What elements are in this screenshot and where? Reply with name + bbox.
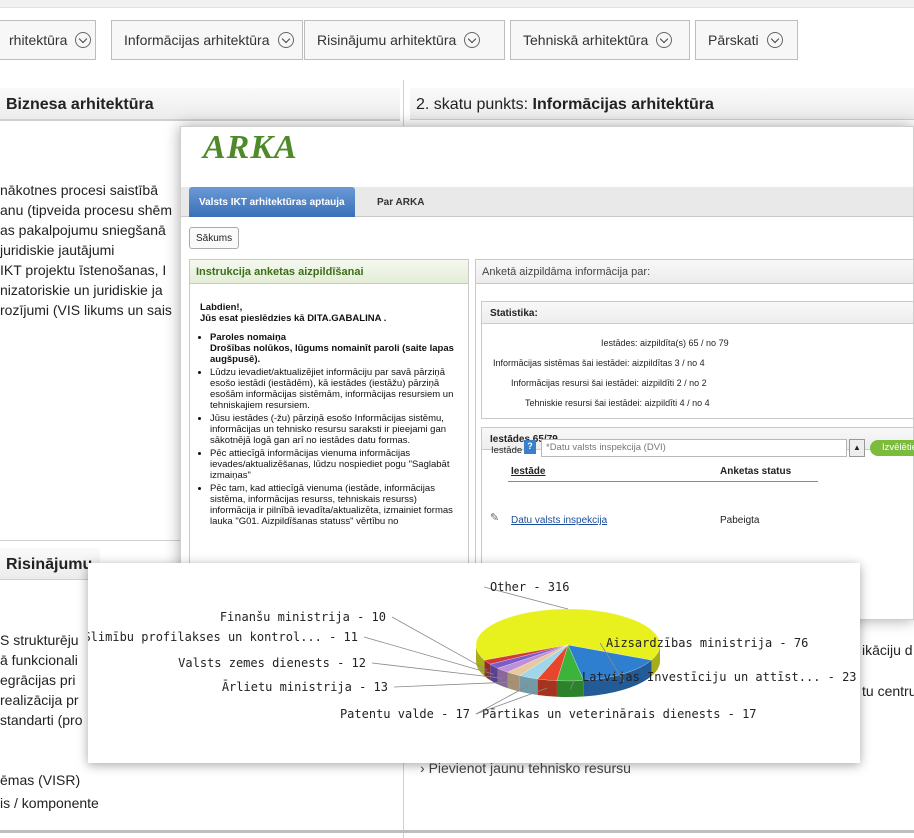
divider	[0, 540, 180, 541]
nav-tab-reports[interactable]: Pārskati	[695, 20, 798, 60]
chevron-down-icon	[766, 32, 783, 48]
nav-tab-label: rhitektūra	[9, 32, 68, 48]
nav-tab-label: Risinājumu arhitektūra	[317, 32, 457, 48]
tab-ikt-survey[interactable]: Valsts IKT arhitektūras aptauja	[189, 187, 355, 217]
list-item: standarti (pro	[0, 712, 83, 728]
pie-chart-popup: Other - 316 Aizsardzības ministrija - 76 L…	[88, 563, 860, 763]
table-header-divider	[508, 481, 818, 482]
solution-architecture-list: S strukturēju ā funkcionali egrācijas pr…	[0, 630, 100, 730]
nav-tab-information-architecture[interactable]: Informācijas arhitektūra	[111, 20, 303, 60]
pie-slice-label: Latvijas Investīciju un attīst... - 23	[582, 670, 857, 684]
nav-tab-business-architecture[interactable]: rhitektūra	[0, 20, 96, 60]
pie-slice-label: Pārtikas un veterinārais dienests - 17	[482, 707, 757, 721]
logged-in-as: Jūs esat pieslēdzies kā DITA.GABALINA .	[200, 313, 387, 324]
bottom-border	[0, 830, 914, 833]
list-item: rozījumi (VIS likums un sais	[0, 302, 172, 318]
business-architecture-header: Biznesa arhitektūra	[0, 88, 400, 120]
panel-title: Biznesa arhitektūra	[6, 96, 154, 113]
chevron-down-icon	[277, 32, 294, 48]
stat-information-systems: Informācijas sistēmas šai iestādei: aizp…	[493, 358, 705, 368]
nav-tab-solution-architecture[interactable]: Risinājumu arhitektūra	[304, 20, 505, 60]
tab-about-arka[interactable]: Par ARKA	[367, 187, 434, 217]
divider	[0, 120, 400, 121]
column-header-status: Anketas status	[720, 466, 792, 477]
pie-slice-label: Ārlietu ministrija - 13	[222, 680, 388, 694]
select-button[interactable]: Izvēlēties	[870, 440, 914, 456]
list-item: Pēc tam, kad attiecīgā vienuma (iestāde,…	[210, 483, 458, 527]
chevron-down-icon	[656, 32, 673, 48]
greeting: Labdien!,	[200, 302, 243, 313]
pie-leader-line	[393, 681, 514, 688]
solution-architecture-header: Risinājumu	[0, 548, 100, 580]
institution-label: Iestāde	[491, 445, 523, 456]
pie-slice-side	[537, 678, 557, 697]
info-header: Anketā aizpildāma informācija par:	[476, 260, 913, 284]
list-item: as pakalpojumu sniegšanā	[0, 222, 166, 238]
institution-select[interactable]: *Datu valsts inspekcija (DVI)	[541, 439, 847, 457]
list-item: juridiskie jautājumi	[0, 242, 115, 258]
pie-leader-line	[391, 616, 488, 671]
list-item: nākotnes procesi saistībā	[0, 182, 158, 198]
list-item: realizācija pr	[0, 692, 79, 708]
edit-icon[interactable]: ✎	[490, 511, 499, 524]
nav-tab-label: Tehniskā arhitektūra	[523, 32, 649, 48]
arka-logo: ARKA	[203, 129, 298, 166]
column-header-institution[interactable]: Iestāde	[511, 466, 545, 477]
top-strip	[0, 0, 914, 8]
panel-title: Risinājumu	[6, 556, 93, 573]
pie-slice-label: Finanšu ministrija - 10	[220, 610, 386, 624]
list-item: is / komponente	[0, 795, 99, 811]
nav-tab-technical-architecture[interactable]: Tehniskā arhitektūra	[510, 20, 690, 60]
pie-slice-label: Slimību profilakses un kontrol... - 11	[88, 630, 358, 644]
text-snippet: tu centru	[862, 683, 914, 699]
list-item: anu (tipveida procesu shēm	[0, 202, 172, 218]
pie-slice-label: Other - 316	[490, 580, 569, 594]
panel-title: Informācijas arhitektūra	[532, 96, 714, 113]
chevron-down-icon	[75, 32, 92, 48]
arka-window: ARKA Valsts IKT arhitektūras aptauja Par…	[180, 126, 914, 620]
table-row-status: Pabeigta	[720, 515, 760, 526]
stat-technical-resources: Tehniskie resursi šai iestādei: aizpildī…	[525, 398, 710, 408]
instructions-header: Instrukcija anketas aizpildīšanai	[190, 260, 468, 284]
list-item: ā funkcionali	[0, 652, 78, 668]
arka-tabbar: Valsts IKT arhitektūras aptauja Par ARKA	[181, 187, 913, 217]
stat-information-resources: Informācijas resursi šai iestādei: aizpi…	[511, 378, 707, 388]
business-architecture-list: nākotnes procesi saistībā anu (tipveida …	[0, 180, 180, 320]
statistics-header: Statistika:	[482, 302, 913, 324]
home-button[interactable]: Sākums	[189, 227, 240, 249]
pie-slice-label: Patentu valde - 17	[340, 707, 470, 721]
instructions-body: Labdien!, Jūs esat pieslēdzies kā DITA.G…	[190, 284, 468, 527]
help-icon[interactable]: ?	[524, 440, 536, 454]
dropdown-arrow-icon[interactable]: ▲	[849, 439, 865, 457]
instructions-list: Paroles nomaiņa Drošības nolūkos, lūgums…	[210, 332, 458, 527]
nav-tab-label: Pārskati	[708, 32, 759, 48]
pie-chart: Other - 316 Aizsardzības ministrija - 76 L…	[88, 580, 857, 721]
information-architecture-header: 2. skatu punkts: Informācijas arhitektūr…	[410, 88, 914, 120]
list-item: IKT projektu īstenošanas, I	[0, 262, 167, 278]
list-item: Pēc attiecīgā informācijas vienuma infor…	[210, 448, 458, 481]
text-snippet: ikāciju d	[862, 642, 913, 658]
list-item: S strukturēju	[0, 632, 79, 648]
list-item: ēmas (VISR)	[0, 772, 81, 788]
pie-slice-label: Valsts zemes dienests - 12	[178, 656, 366, 670]
pie-leader-line	[363, 636, 494, 675]
list-item: egrācijas pri	[0, 672, 76, 688]
list-item: nizatoriskie un juridiskie ja	[0, 282, 163, 298]
main-navigation: rhitektūra Informācijas arhitektūra Risi…	[0, 20, 914, 60]
pie-slice-label: Aizsardzības ministrija - 76	[606, 636, 808, 650]
chevron-down-icon	[464, 32, 481, 48]
stat-institutions: Iestādes: aizpildīta(s) 65 / no 79	[601, 338, 729, 348]
list-item: Lūdzu ievadiet/aktualizējiet informāciju…	[210, 367, 458, 411]
table-row-institution-link[interactable]: Datu valsts inspekcija	[511, 515, 607, 526]
list-item: Jūsu iestādes (-žu) pārziņā esošo Inform…	[210, 413, 458, 446]
nav-tab-label: Informācijas arhitektūra	[124, 32, 270, 48]
list-item: Paroles nomaiņa Drošības nolūkos, lūgums…	[210, 332, 458, 365]
panel-title-prefix: 2. skatu punkts:	[416, 96, 533, 113]
